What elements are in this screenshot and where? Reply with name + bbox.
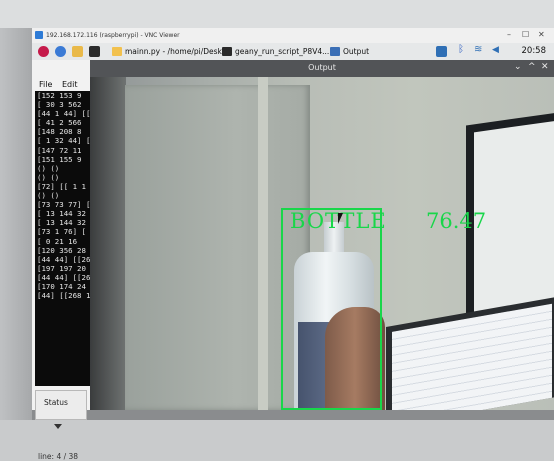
status-tab-label: Status [44, 398, 68, 407]
clock[interactable]: 20:58 [522, 46, 547, 56]
terminal-line: [ 41 2 566 [37, 118, 82, 128]
close-icon[interactable]: ✕ [541, 62, 549, 72]
menu-file[interactable]: File [39, 80, 52, 89]
terminal-line: [72] [[ 1 1 [37, 181, 86, 191]
vnc-window-title: 192.168.172.116 (raspberrypi) - VNC View… [46, 32, 180, 39]
globe-icon[interactable] [55, 46, 66, 57]
terminal-line: [44 44] [[26 [37, 272, 90, 282]
scene-door-frame [258, 77, 268, 410]
vnc-icon[interactable] [436, 46, 447, 57]
close-button[interactable]: ✕ [538, 30, 545, 39]
raspberry-icon[interactable] [38, 46, 49, 57]
terminal-icon[interactable] [89, 46, 100, 57]
chevron-up-icon[interactable]: ^ [528, 62, 536, 72]
terminal-line: [197 197 20 [37, 263, 86, 273]
task-geany-run-script[interactable]: geany_run_script_P8V4... [222, 45, 329, 58]
detection-score: 76.47 [426, 209, 487, 233]
terminal-line: [73 1 76] [ [37, 227, 86, 237]
terminal-line: [ 30 3 562 [37, 100, 82, 110]
scene-shadow [90, 77, 126, 410]
photo-surround-bottom [32, 410, 554, 420]
output-window-title: Output [308, 63, 336, 72]
status-tab[interactable]: Status [35, 390, 87, 420]
terminal-line: () () [37, 163, 60, 173]
terminal-output: [152 153 9[ 30 3 562 [44 1 44] [[[ 41 2 5… [35, 91, 90, 386]
volume-icon[interactable]: ◀ [492, 45, 503, 56]
terminal-line: [44 1 44] [[ [37, 109, 90, 119]
terminal-line: [44 44] [[26 [37, 254, 90, 264]
terminal-line: [148 208 8 [37, 127, 82, 137]
scroll-down-icon[interactable] [54, 424, 62, 429]
bluetooth-icon[interactable]: ᛒ [458, 44, 469, 55]
chevron-down-icon[interactable]: ⌄ [514, 62, 522, 72]
terminal-line: [ 0 21 16 [37, 236, 78, 246]
task-output[interactable]: Output [330, 45, 369, 58]
line-info: line: 4 / 38 [38, 452, 79, 461]
terminal-line: [ 1 32 44] [[ [37, 136, 90, 146]
task-mainn-py[interactable]: mainn.py - /home/pi/Desk... [112, 45, 229, 58]
terminal-line: [152 153 9 [37, 91, 82, 100]
terminal-line: [151 155 9 [37, 154, 82, 164]
terminal-line: () () [37, 172, 60, 182]
terminal-line: [73 73 77] [ [37, 200, 90, 210]
terminal-icon [222, 47, 232, 56]
task-label: mainn.py - /home/pi/Desk... [125, 47, 230, 56]
photo-surround-top [0, 0, 554, 28]
wifi-icon[interactable]: ≋ [474, 44, 485, 55]
geany-icon [112, 47, 122, 56]
maximize-button[interactable]: ☐ [522, 30, 529, 39]
terminal-line: [ 13 144 32 [37, 209, 86, 219]
folder-icon[interactable] [72, 46, 83, 57]
taskbar: mainn.py - /home/pi/Desk... geany_run_sc… [32, 43, 554, 61]
photo-surround-left [0, 28, 32, 420]
vnc-titlebar: 192.168.172.116 (raspberrypi) - VNC View… [32, 28, 554, 44]
terminal-line: [170 174 24 [37, 281, 86, 291]
task-label: geany_run_script_P8V4... [235, 47, 330, 56]
menu-edit[interactable]: Edit [62, 80, 78, 89]
scene-laptop [386, 297, 554, 410]
minimize-button[interactable]: – [507, 30, 511, 39]
terminal-line: [44] [[268 1 [37, 291, 90, 301]
vnc-logo-icon [35, 31, 43, 39]
terminal-line: [147 72 11 [37, 145, 82, 155]
output-titlebar: Output ⌄ ^ ✕ [90, 60, 554, 77]
terminal-line: [ 13 144 32 [37, 218, 86, 228]
mouse-cursor-icon [338, 213, 343, 224]
task-label: Output [343, 47, 370, 56]
geany-menubar: File Edit [32, 77, 90, 91]
camera-feed: BOTTLE 76.47 [90, 77, 554, 410]
terminal-line: () () [37, 191, 60, 201]
geany-window: File Edit [152 153 9[ 30 3 562 [44 1 44] … [32, 60, 90, 461]
terminal-line: [120 356 28 [37, 245, 86, 255]
detection-bounding-box [281, 208, 382, 410]
window-icon [330, 47, 340, 56]
